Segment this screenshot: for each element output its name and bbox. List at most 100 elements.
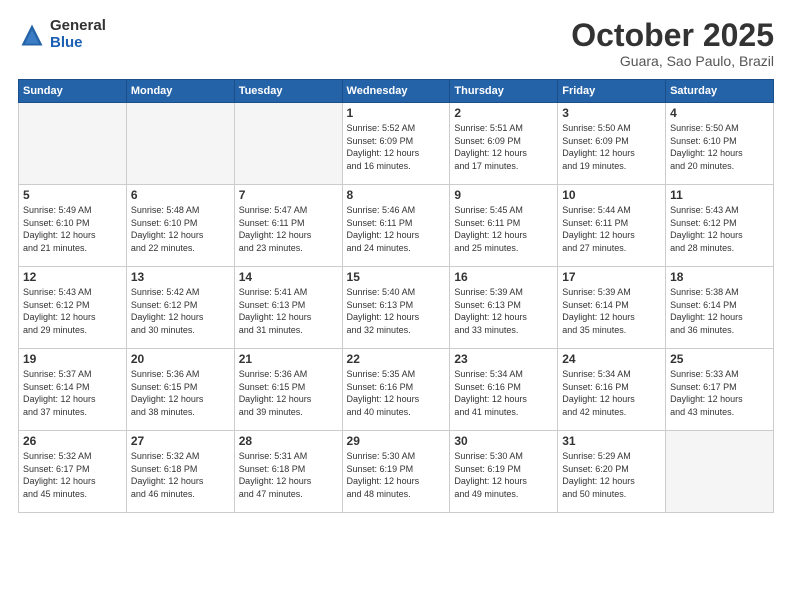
day-info: Sunrise: 5:30 AM Sunset: 6:19 PM Dayligh… xyxy=(454,450,553,500)
day-info: Sunrise: 5:34 AM Sunset: 6:16 PM Dayligh… xyxy=(562,368,661,418)
table-row: 2 Sunrise: 5:51 AM Sunset: 6:09 PM Daylig… xyxy=(450,103,558,185)
table-row: 21Sunrise: 5:36 AM Sunset: 6:15 PM Dayli… xyxy=(234,349,342,431)
day-number: 18 xyxy=(670,270,769,284)
table-row: 22 Sunrise: 5:35 AM Sunset: 6:16 PM Dayli… xyxy=(342,349,450,431)
day-info: Sunrise: 5:47 AM Sunset: 6:11 PM Dayligh… xyxy=(239,204,338,254)
day-number: 3 xyxy=(562,106,661,120)
day-number: 17 xyxy=(562,270,661,284)
table-row xyxy=(666,431,774,513)
day-info: Sunrise: 5:37 AM Sunset: 6:14 PM Dayligh… xyxy=(23,368,122,418)
logo-blue-label: Blue xyxy=(50,35,106,52)
day-info: Sunrise: 5:48 AM Sunset: 6:10 PM Dayligh… xyxy=(131,204,230,254)
table-row: 6 Sunrise: 5:48 AM Sunset: 6:10 PM Daylig… xyxy=(126,185,234,267)
calendar-week-row: 12 Sunrise: 5:43 AM Sunset: 6:12 PM Dayli… xyxy=(19,267,774,349)
table-row xyxy=(126,103,234,185)
table-row: 16 Sunrise: 5:39 AM Sunset: 6:13 PM Dayli… xyxy=(450,267,558,349)
table-row: 12 Sunrise: 5:43 AM Sunset: 6:12 PM Dayli… xyxy=(19,267,127,349)
logo-icon xyxy=(18,21,46,49)
table-row: 8 Sunrise: 5:46 AM Sunset: 6:11 PM Daylig… xyxy=(342,185,450,267)
day-number: 27 xyxy=(131,434,230,448)
table-row: 31 Sunrise: 5:29 AM Sunset: 6:20 PM Dayli… xyxy=(558,431,666,513)
header: General Blue October 2025 Guara, Sao Pau… xyxy=(18,18,774,69)
day-info: Sunrise: 5:45 AM Sunset: 6:11 PM Dayligh… xyxy=(454,204,553,254)
table-row: 26Sunrise: 5:32 AM Sunset: 6:17 PM Dayli… xyxy=(19,431,127,513)
day-number: 5 xyxy=(23,188,122,202)
day-number: 31 xyxy=(562,434,661,448)
day-number: 2 xyxy=(454,106,553,120)
calendar-table: Sunday Monday Tuesday Wednesday Thursday… xyxy=(18,79,774,513)
table-row: 10 Sunrise: 5:44 AM Sunset: 6:11 PM Dayli… xyxy=(558,185,666,267)
day-number: 22 xyxy=(347,352,446,366)
day-number: 10 xyxy=(562,188,661,202)
day-info: Sunrise: 5:49 AM Sunset: 6:10 PM Dayligh… xyxy=(23,204,122,254)
calendar-week-row: 26Sunrise: 5:32 AM Sunset: 6:17 PM Dayli… xyxy=(19,431,774,513)
day-info: Sunrise: 5:36 AM Sunset: 6:15 PM Dayligh… xyxy=(131,368,230,418)
day-number: 11 xyxy=(670,188,769,202)
header-wednesday: Wednesday xyxy=(342,80,450,103)
table-row: 5 Sunrise: 5:49 AM Sunset: 6:10 PM Daylig… xyxy=(19,185,127,267)
day-info: Sunrise: 5:43 AM Sunset: 6:12 PM Dayligh… xyxy=(670,204,769,254)
table-row: 27 Sunrise: 5:32 AM Sunset: 6:18 PM Dayli… xyxy=(126,431,234,513)
table-row: 18 Sunrise: 5:38 AM Sunset: 6:14 PM Dayli… xyxy=(666,267,774,349)
day-number: 30 xyxy=(454,434,553,448)
day-number: 1 xyxy=(347,106,446,120)
day-info: Sunrise: 5:40 AM Sunset: 6:13 PM Dayligh… xyxy=(347,286,446,336)
day-info: Sunrise: 5:32 AM Sunset: 6:18 PM Dayligh… xyxy=(131,450,230,500)
title-block: October 2025 Guara, Sao Paulo, Brazil xyxy=(571,18,774,69)
day-info: Sunrise: 5:46 AM Sunset: 6:11 PM Dayligh… xyxy=(347,204,446,254)
table-row: 20 Sunrise: 5:36 AM Sunset: 6:15 PM Dayli… xyxy=(126,349,234,431)
day-number: 8 xyxy=(347,188,446,202)
table-row: 11 Sunrise: 5:43 AM Sunset: 6:12 PM Dayli… xyxy=(666,185,774,267)
month-title: October 2025 xyxy=(571,18,774,53)
logo: General Blue xyxy=(18,18,106,51)
day-info: Sunrise: 5:52 AM Sunset: 6:09 PM Dayligh… xyxy=(347,122,446,172)
header-sunday: Sunday xyxy=(19,80,127,103)
day-info: Sunrise: 5:33 AM Sunset: 6:17 PM Dayligh… xyxy=(670,368,769,418)
day-info: Sunrise: 5:51 AM Sunset: 6:09 PM Dayligh… xyxy=(454,122,553,172)
page: General Blue October 2025 Guara, Sao Pau… xyxy=(0,0,792,612)
header-friday: Friday xyxy=(558,80,666,103)
table-row: 15 Sunrise: 5:40 AM Sunset: 6:13 PM Dayli… xyxy=(342,267,450,349)
table-row: 1 Sunrise: 5:52 AM Sunset: 6:09 PM Daylig… xyxy=(342,103,450,185)
day-info: Sunrise: 5:29 AM Sunset: 6:20 PM Dayligh… xyxy=(562,450,661,500)
table-row: 13Sunrise: 5:42 AM Sunset: 6:12 PM Dayli… xyxy=(126,267,234,349)
table-row: 29 Sunrise: 5:30 AM Sunset: 6:19 PM Dayli… xyxy=(342,431,450,513)
table-row: 7 Sunrise: 5:47 AM Sunset: 6:11 PM Daylig… xyxy=(234,185,342,267)
table-row: 23Sunrise: 5:34 AM Sunset: 6:16 PM Dayli… xyxy=(450,349,558,431)
table-row: 28Sunrise: 5:31 AM Sunset: 6:18 PM Dayli… xyxy=(234,431,342,513)
day-info: Sunrise: 5:50 AM Sunset: 6:09 PM Dayligh… xyxy=(562,122,661,172)
table-row xyxy=(234,103,342,185)
calendar-week-row: 5 Sunrise: 5:49 AM Sunset: 6:10 PM Daylig… xyxy=(19,185,774,267)
logo-text: General Blue xyxy=(50,18,106,51)
logo-general-label: General xyxy=(50,18,106,35)
day-info: Sunrise: 5:32 AM Sunset: 6:17 PM Dayligh… xyxy=(23,450,122,500)
day-number: 16 xyxy=(454,270,553,284)
table-row: 25Sunrise: 5:33 AM Sunset: 6:17 PM Dayli… xyxy=(666,349,774,431)
table-row xyxy=(19,103,127,185)
day-info: Sunrise: 5:44 AM Sunset: 6:11 PM Dayligh… xyxy=(562,204,661,254)
header-saturday: Saturday xyxy=(666,80,774,103)
day-info: Sunrise: 5:39 AM Sunset: 6:13 PM Dayligh… xyxy=(454,286,553,336)
day-info: Sunrise: 5:43 AM Sunset: 6:12 PM Dayligh… xyxy=(23,286,122,336)
day-info: Sunrise: 5:31 AM Sunset: 6:18 PM Dayligh… xyxy=(239,450,338,500)
location-subtitle: Guara, Sao Paulo, Brazil xyxy=(571,53,774,69)
day-info: Sunrise: 5:38 AM Sunset: 6:14 PM Dayligh… xyxy=(670,286,769,336)
day-number: 29 xyxy=(347,434,446,448)
day-info: Sunrise: 5:36 AM Sunset: 6:15 PM Dayligh… xyxy=(239,368,338,418)
table-row: 19 Sunrise: 5:37 AM Sunset: 6:14 PM Dayli… xyxy=(19,349,127,431)
day-info: Sunrise: 5:35 AM Sunset: 6:16 PM Dayligh… xyxy=(347,368,446,418)
day-number: 20 xyxy=(131,352,230,366)
day-number: 7 xyxy=(239,188,338,202)
day-number: 23 xyxy=(454,352,553,366)
table-row: 3 Sunrise: 5:50 AM Sunset: 6:09 PM Daylig… xyxy=(558,103,666,185)
day-info: Sunrise: 5:50 AM Sunset: 6:10 PM Dayligh… xyxy=(670,122,769,172)
day-number: 14 xyxy=(239,270,338,284)
day-info: Sunrise: 5:30 AM Sunset: 6:19 PM Dayligh… xyxy=(347,450,446,500)
calendar-week-row: 1 Sunrise: 5:52 AM Sunset: 6:09 PM Daylig… xyxy=(19,103,774,185)
day-number: 4 xyxy=(670,106,769,120)
table-row: 9Sunrise: 5:45 AM Sunset: 6:11 PM Daylig… xyxy=(450,185,558,267)
day-number: 19 xyxy=(23,352,122,366)
day-number: 12 xyxy=(23,270,122,284)
day-number: 15 xyxy=(347,270,446,284)
day-number: 6 xyxy=(131,188,230,202)
